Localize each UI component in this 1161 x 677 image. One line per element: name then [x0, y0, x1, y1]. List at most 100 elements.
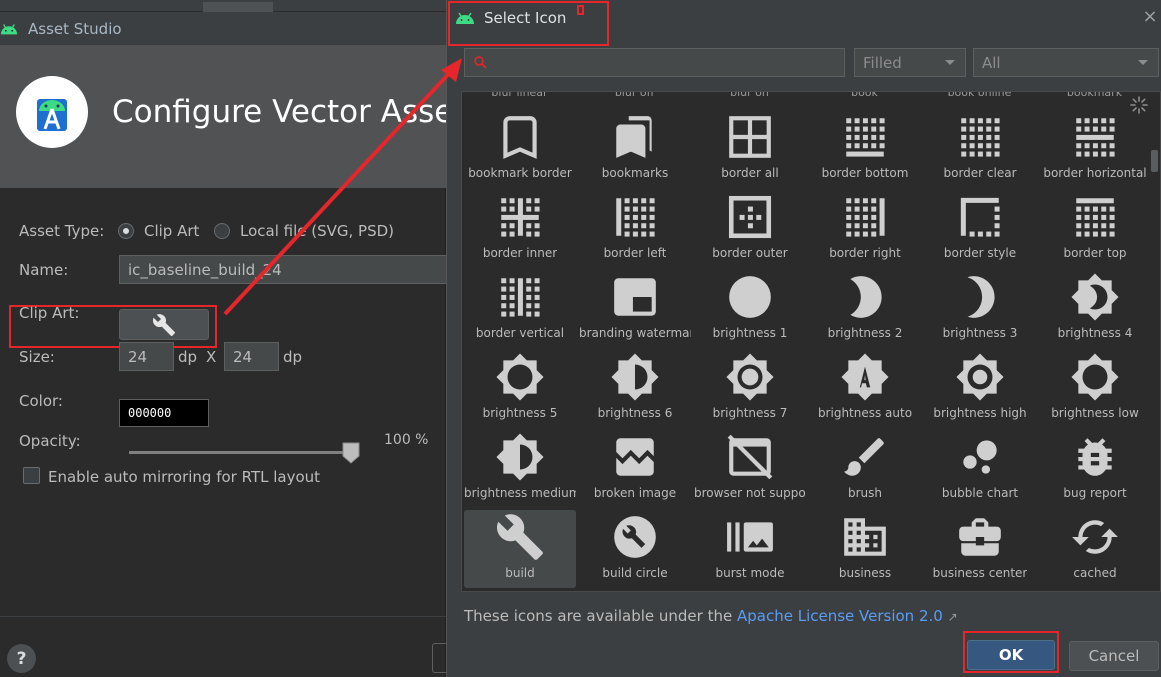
clipart-button[interactable] [119, 309, 209, 340]
loading-spinner-icon [1130, 96, 1148, 114]
brightness-5-icon [496, 353, 544, 401]
icon-cell-label: border vertical [475, 326, 565, 340]
search-input[interactable] [464, 48, 845, 77]
partial-icon-label: blur off [614, 91, 655, 99]
icon-cell[interactable]: border right [809, 190, 921, 268]
width-unit: dp [178, 348, 198, 366]
icon-cell-label: branding watermark [579, 326, 691, 340]
style-filter-dropdown[interactable]: Filled [854, 48, 966, 77]
brightness-7-icon [726, 353, 774, 401]
icon-cell[interactable]: brightness 5 [464, 350, 576, 428]
icon-cell[interactable]: build circle [579, 510, 691, 588]
icon-cell[interactable]: bookmarks [579, 110, 691, 188]
broken-image-icon [616, 438, 654, 476]
icon-cell[interactable]: brightness 1 [694, 270, 806, 348]
icon-grid[interactable]: blur linear blur off blur on book book onlin… [461, 91, 1161, 592]
clipart-radio[interactable] [118, 223, 134, 239]
icon-cell[interactable]: border style [924, 190, 1036, 268]
local-file-radio-label[interactable]: Local file (SVG, PSD) [240, 222, 394, 240]
icon-cell[interactable]: brightness auto [809, 350, 921, 428]
select-icon-dialog: Select Icon × Filled All blur linear blur… [446, 0, 1161, 677]
icon-cell[interactable]: bug report [1039, 430, 1151, 508]
external-link-icon: ↗ [947, 610, 958, 624]
icon-cell[interactable]: business [809, 510, 921, 588]
asset-studio-title: Asset Studio [28, 19, 122, 38]
icon-cell[interactable]: border inner [464, 190, 576, 268]
clipart-label: Clip Art: [19, 304, 80, 322]
category-filter-dropdown[interactable]: All [973, 48, 1159, 77]
local-file-radio[interactable] [214, 223, 230, 239]
icon-cell-label: border clear [943, 166, 1017, 180]
icon-cell-label: broken image [593, 486, 677, 500]
icon-cell[interactable]: brightness 3 [924, 270, 1036, 348]
icon-cell-label: cached [1073, 566, 1117, 580]
icon-cell-label: business center [932, 566, 1028, 580]
border-style-icon [960, 197, 1000, 237]
opacity-slider-track[interactable] [129, 451, 353, 454]
chevron-down-icon [1138, 60, 1148, 65]
icon-cell[interactable]: bubble chart [924, 430, 1036, 508]
page-title: Configure Vector Asset [112, 94, 466, 130]
height-field[interactable]: 24 [224, 342, 279, 371]
rtl-checkbox[interactable] [23, 467, 40, 484]
browser-not-supported-icon [727, 434, 773, 480]
android-studio-logo [16, 76, 88, 148]
brightness-1-icon [729, 276, 771, 318]
icon-cell[interactable]: border all [694, 110, 806, 188]
icon-cell[interactable]: burst mode [694, 510, 806, 588]
icon-cell[interactable]: brightness 6 [579, 350, 691, 428]
border-inner-icon [501, 198, 540, 237]
icon-cell[interactable]: broken image [579, 430, 691, 508]
brightness-3-icon [967, 276, 995, 318]
next-button-partial[interactable] [432, 643, 446, 673]
color-field[interactable]: 000000 [119, 399, 209, 427]
help-button[interactable]: ? [7, 644, 36, 673]
icon-cell[interactable]: brightness 4 [1039, 270, 1151, 348]
border-outer-icon [728, 195, 772, 239]
icon-cell[interactable]: brightness medium [464, 430, 576, 508]
name-field[interactable]: ic_baseline_build_24 [119, 255, 449, 284]
icon-cell-label: business [838, 566, 892, 580]
icon-cell[interactable]: brush [809, 430, 921, 508]
license-link[interactable]: Apache License Version 2.0 [737, 607, 943, 625]
border-left-icon [616, 198, 655, 237]
icon-cell[interactable]: build [464, 510, 576, 588]
ok-button[interactable]: OK [967, 640, 1055, 670]
opacity-value: 100 % [384, 432, 429, 448]
business-center-icon [959, 518, 1001, 556]
icon-cell-label: brightness 7 [712, 406, 788, 420]
close-icon[interactable]: × [1141, 8, 1159, 26]
brightness-6-icon [611, 353, 659, 401]
icon-cell[interactable]: brightness low [1039, 350, 1151, 428]
grid-scrollbar[interactable] [1151, 150, 1158, 172]
width-field[interactable]: 24 [119, 342, 174, 371]
icon-cell-label: border horizontal [1043, 166, 1147, 180]
icon-cell-label: border inner [482, 246, 558, 260]
border-bottom-icon [846, 118, 885, 157]
icon-cell[interactable]: brightness 7 [694, 350, 806, 428]
icon-cell-label: bookmarks [601, 166, 669, 180]
icon-cell[interactable]: brightness 2 [809, 270, 921, 348]
icon-cell[interactable]: branding watermark [579, 270, 691, 348]
icon-cell[interactable]: business center [924, 510, 1036, 588]
cancel-button[interactable]: Cancel [1069, 641, 1159, 671]
clipart-radio-label[interactable]: Clip Art [144, 222, 199, 240]
rtl-label[interactable]: Enable auto mirroring for RTL layout [48, 468, 320, 486]
icon-cell[interactable]: border vertical [464, 270, 576, 348]
icon-cell-label: border top [1063, 246, 1127, 260]
icon-cell[interactable]: cached [1039, 510, 1151, 588]
icon-cell[interactable]: border left [579, 190, 691, 268]
icon-cell[interactable]: border outer [694, 190, 806, 268]
icon-cell[interactable]: border bottom [809, 110, 921, 188]
border-all-icon [729, 116, 771, 158]
icon-cell-label: border left [603, 246, 667, 260]
icon-cell[interactable]: browser not supported [694, 430, 806, 508]
opacity-slider-thumb[interactable] [342, 442, 360, 464]
icon-cell[interactable]: border clear [924, 110, 1036, 188]
icon-cell[interactable]: brightness high [924, 350, 1036, 428]
background-tab [203, 2, 273, 12]
icon-cell[interactable]: bookmark border [464, 110, 576, 188]
icon-cell[interactable]: border top [1039, 190, 1151, 268]
icon-cell[interactable]: border horizontal [1039, 110, 1151, 188]
height-unit: dp [283, 348, 303, 366]
